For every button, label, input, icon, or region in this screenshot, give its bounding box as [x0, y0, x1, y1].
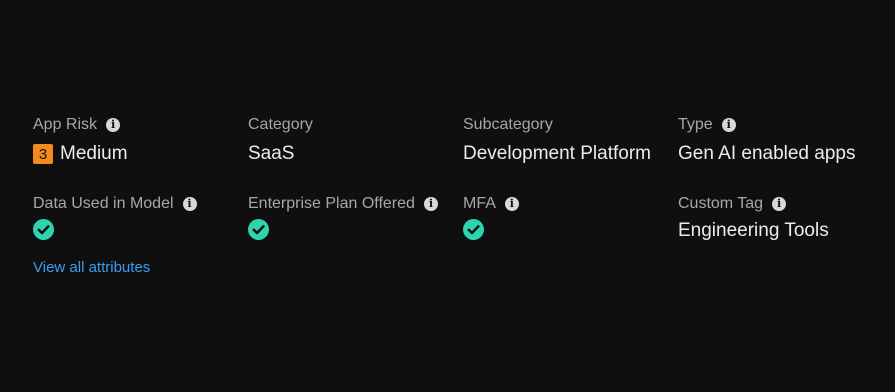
attribute-subcategory: Subcategory Development Platform: [463, 114, 651, 166]
info-icon[interactable]: i: [106, 118, 121, 132]
attribute-data-used-in-model: Data Used in Model i: [33, 193, 197, 240]
subcategory-value: Development Platform: [463, 143, 651, 164]
custom-tag-value: Engineering Tools: [678, 220, 829, 241]
info-icon[interactable]: i: [423, 197, 438, 211]
app-attributes-panel: App Risk i 3 Medium Category SaaS Subcat…: [0, 0, 895, 392]
attribute-app-risk: App Risk i 3 Medium: [33, 114, 128, 166]
attribute-enterprise-plan-offered: Enterprise Plan Offered i: [248, 193, 438, 240]
type-value: Gen AI enabled apps: [678, 143, 856, 164]
category-value: SaaS: [248, 143, 295, 164]
data-used-in-model-label: Data Used in Model: [33, 195, 174, 212]
attribute-mfa: MFA i: [463, 193, 519, 240]
custom-tag-label: Custom Tag: [678, 195, 764, 212]
attribute-type: Type i Gen AI enabled apps: [678, 114, 855, 166]
attribute-custom-tag: Custom Tag i Engineering Tools: [678, 193, 829, 243]
attribute-category: Category SaaS: [248, 114, 313, 166]
risk-level: Medium: [60, 143, 128, 164]
mfa-label: MFA: [463, 195, 496, 212]
risk-score-badge: 3: [33, 144, 53, 164]
check-circle-icon: [248, 219, 269, 240]
check-circle-icon: [463, 219, 484, 240]
subcategory-label: Subcategory: [463, 116, 553, 133]
info-icon[interactable]: i: [772, 197, 787, 211]
category-label: Category: [248, 116, 313, 133]
info-icon[interactable]: i: [182, 197, 197, 211]
view-all-attributes-link[interactable]: View all attributes: [33, 258, 150, 278]
info-icon[interactable]: i: [721, 118, 736, 132]
type-label: Type: [678, 116, 713, 133]
info-icon[interactable]: i: [504, 197, 519, 211]
check-circle-icon: [33, 219, 54, 240]
enterprise-plan-offered-label: Enterprise Plan Offered: [248, 195, 415, 212]
app-risk-label: App Risk: [33, 116, 98, 133]
